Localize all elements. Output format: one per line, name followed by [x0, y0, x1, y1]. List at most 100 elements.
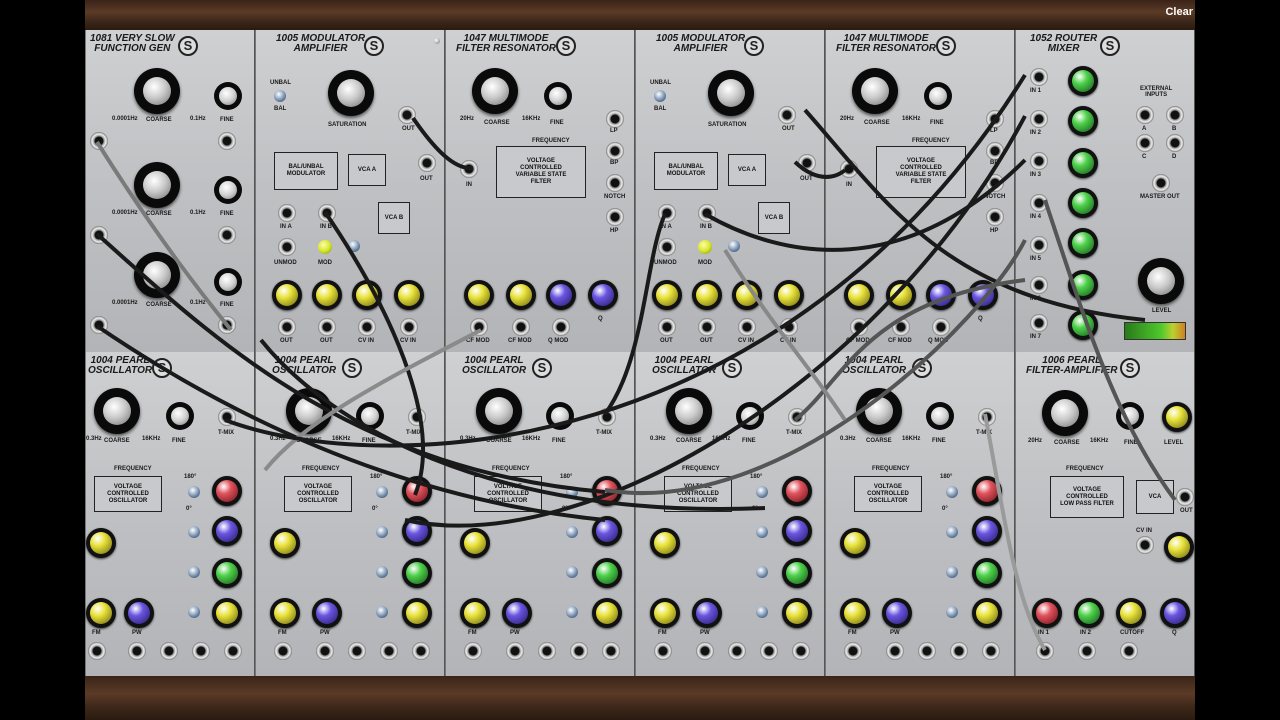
phase-toggle[interactable]	[376, 486, 388, 498]
out-jack[interactable]	[698, 318, 716, 336]
master-out-jack[interactable]	[1152, 174, 1170, 192]
output-jack[interactable]	[570, 642, 588, 660]
cv-knob[interactable]	[774, 280, 804, 310]
phase-toggle[interactable]	[188, 566, 200, 578]
square-level-knob[interactable]	[782, 558, 812, 588]
input-jack[interactable]	[460, 160, 478, 178]
q-mod-jack[interactable]	[552, 318, 570, 336]
fine-knob[interactable]	[924, 82, 952, 110]
phase-toggle[interactable]	[946, 566, 958, 578]
output-jack[interactable]	[348, 642, 366, 660]
mixer-level-knob[interactable]	[1068, 106, 1098, 136]
input-jack[interactable]	[1120, 642, 1138, 660]
output-jack[interactable]	[950, 642, 968, 660]
square-level-knob[interactable]	[402, 558, 432, 588]
pw-knob[interactable]	[692, 598, 722, 628]
output-jack[interactable]	[224, 642, 242, 660]
cf-mod-knob[interactable]	[506, 280, 536, 310]
input-jack[interactable]	[1078, 642, 1096, 660]
output-jack[interactable]	[728, 642, 746, 660]
phase-toggle[interactable]	[188, 606, 200, 618]
square-level-knob[interactable]	[212, 558, 242, 588]
cv-knob[interactable]	[394, 280, 424, 310]
cv-in-jack[interactable]	[400, 318, 418, 336]
output-jack[interactable]	[538, 642, 556, 660]
external-input-jack[interactable]	[1166, 106, 1184, 124]
output-jack[interactable]	[696, 642, 714, 660]
phase-toggle[interactable]	[188, 486, 200, 498]
coarse-knob[interactable]	[852, 68, 898, 114]
output-jack[interactable]	[88, 642, 106, 660]
phase-toggle[interactable]	[946, 606, 958, 618]
cf-mod-jack[interactable]	[850, 318, 868, 336]
bal-toggle[interactable]	[274, 90, 286, 102]
fm-knob[interactable]	[650, 528, 680, 558]
unmod-jack[interactable]	[658, 238, 676, 256]
level-knob[interactable]	[1138, 258, 1184, 304]
triangle-level-knob[interactable]	[592, 516, 622, 546]
coarse-knob[interactable]	[1042, 390, 1088, 436]
input-b-jack[interactable]	[318, 204, 336, 222]
saturation-knob[interactable]	[328, 70, 374, 116]
mixer-level-knob[interactable]	[1068, 310, 1098, 340]
saturation-knob[interactable]	[708, 70, 754, 116]
q-mod-knob[interactable]	[926, 280, 956, 310]
notch-jack[interactable]	[986, 174, 1004, 192]
out-jack[interactable]	[318, 318, 336, 336]
output-jack[interactable]	[918, 642, 936, 660]
triangle-level-knob[interactable]	[972, 516, 1002, 546]
phase-toggle[interactable]	[376, 526, 388, 538]
lp-jack[interactable]	[606, 110, 624, 128]
output-jack[interactable]	[418, 154, 436, 172]
cv-knob[interactable]	[652, 280, 682, 310]
output-jack[interactable]	[160, 642, 178, 660]
cv-knob[interactable]	[312, 280, 342, 310]
cf-mod-knob[interactable]	[844, 280, 874, 310]
output-jack[interactable]	[654, 642, 672, 660]
output-jack[interactable]	[128, 642, 146, 660]
input-jack[interactable]	[218, 226, 236, 244]
output-jack[interactable]	[464, 642, 482, 660]
output-jack[interactable]	[844, 642, 862, 660]
output-jack[interactable]	[274, 642, 292, 660]
mixer-level-knob[interactable]	[1068, 148, 1098, 178]
cv-in-jack[interactable]	[358, 318, 376, 336]
mode-toggle[interactable]	[728, 240, 740, 252]
fine-knob-3[interactable]	[214, 268, 242, 296]
input-jack[interactable]	[1036, 642, 1054, 660]
level-knob[interactable]	[1162, 402, 1192, 432]
saw-level-knob[interactable]	[592, 598, 622, 628]
output-jack[interactable]	[760, 642, 778, 660]
phase-toggle[interactable]	[756, 606, 768, 618]
phase-toggle[interactable]	[756, 566, 768, 578]
lp-jack[interactable]	[986, 110, 1004, 128]
sine-level-knob[interactable]	[212, 476, 242, 506]
cv-knob[interactable]	[272, 280, 302, 310]
phase-toggle[interactable]	[376, 606, 388, 618]
fm-knob[interactable]	[270, 528, 300, 558]
square-level-knob[interactable]	[592, 558, 622, 588]
phase-toggle[interactable]	[756, 486, 768, 498]
saw-level-knob[interactable]	[782, 598, 812, 628]
cv-in-jack[interactable]	[738, 318, 756, 336]
input-a-jack[interactable]	[658, 204, 676, 222]
output-jack[interactable]	[398, 106, 416, 124]
phase-toggle[interactable]	[756, 526, 768, 538]
out-jack[interactable]	[658, 318, 676, 336]
fine-knob[interactable]	[926, 402, 954, 430]
t-mix-jack[interactable]	[408, 408, 426, 426]
fm-knob[interactable]	[270, 598, 300, 628]
t-mix-jack[interactable]	[788, 408, 806, 426]
output-jack[interactable]	[412, 642, 430, 660]
mixer-level-knob[interactable]	[1068, 270, 1098, 300]
cf-mod-jack[interactable]	[470, 318, 488, 336]
bp-jack[interactable]	[986, 142, 1004, 160]
fine-knob[interactable]	[166, 402, 194, 430]
square-level-knob[interactable]	[972, 558, 1002, 588]
hp-jack[interactable]	[606, 208, 624, 226]
pw-knob[interactable]	[312, 598, 342, 628]
cv-knob[interactable]	[732, 280, 762, 310]
mixer-input-jack[interactable]	[1030, 110, 1048, 128]
coarse-knob-2[interactable]	[134, 162, 180, 208]
phase-toggle[interactable]	[946, 486, 958, 498]
